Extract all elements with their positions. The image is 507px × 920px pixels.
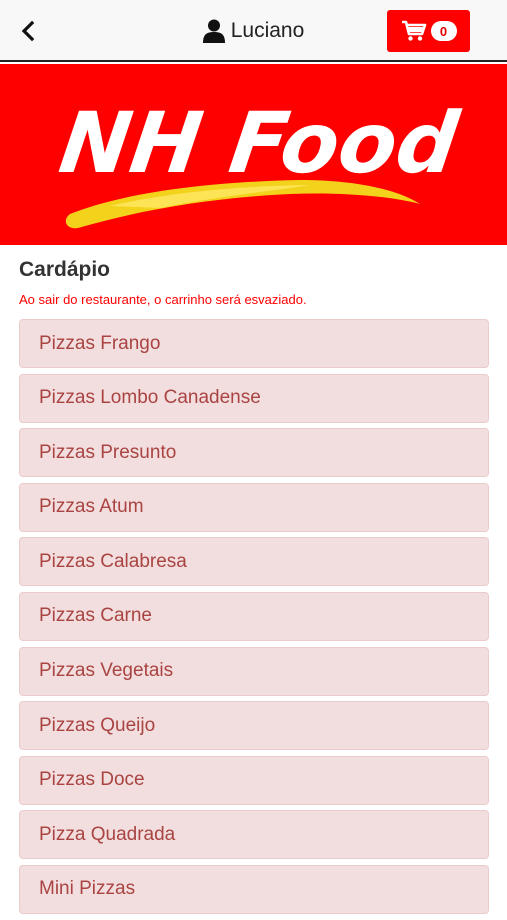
main-content: Cardápio Ao sair do restaurante, o carri… xyxy=(19,245,489,920)
cart-warning-message: Ao sair do restaurante, o carrinho será … xyxy=(19,292,307,307)
category-item[interactable]: Pizzas Carne xyxy=(19,591,489,641)
user-icon xyxy=(202,19,225,43)
top-navbar: Luciano 0 xyxy=(0,0,507,62)
category-item[interactable]: Mini Pizzas xyxy=(19,864,489,914)
cart-count-badge: 0 xyxy=(430,21,457,41)
cart-button[interactable]: 0 xyxy=(387,10,470,52)
category-item[interactable]: Pizzas Doce xyxy=(19,755,489,805)
restaurant-banner: NH Food xyxy=(0,64,507,245)
category-item[interactable]: Pizzas Vegetais xyxy=(19,646,489,696)
user-name: Luciano xyxy=(230,19,305,42)
category-list: Pizzas Frango Pizzas Lombo Canadense Piz… xyxy=(19,319,489,914)
category-item[interactable]: Pizzas Queijo xyxy=(19,701,489,751)
shopping-cart-icon xyxy=(401,20,426,41)
back-button[interactable] xyxy=(14,17,42,45)
category-item[interactable]: Pizza Quadrada xyxy=(19,810,489,860)
nh-food-logo: NH Food xyxy=(54,94,466,229)
category-item[interactable]: Pizzas Presunto xyxy=(19,428,489,478)
chevron-left-icon xyxy=(21,20,35,42)
category-item[interactable]: Pizzas Calabresa xyxy=(19,537,489,587)
logo-text: NH Food xyxy=(54,94,465,192)
category-item[interactable]: Pizzas Lombo Canadense xyxy=(19,373,489,423)
category-item[interactable]: Pizzas Atum xyxy=(19,482,489,532)
page-title: Cardápio xyxy=(19,258,111,281)
category-item[interactable]: Pizzas Frango xyxy=(19,319,489,368)
